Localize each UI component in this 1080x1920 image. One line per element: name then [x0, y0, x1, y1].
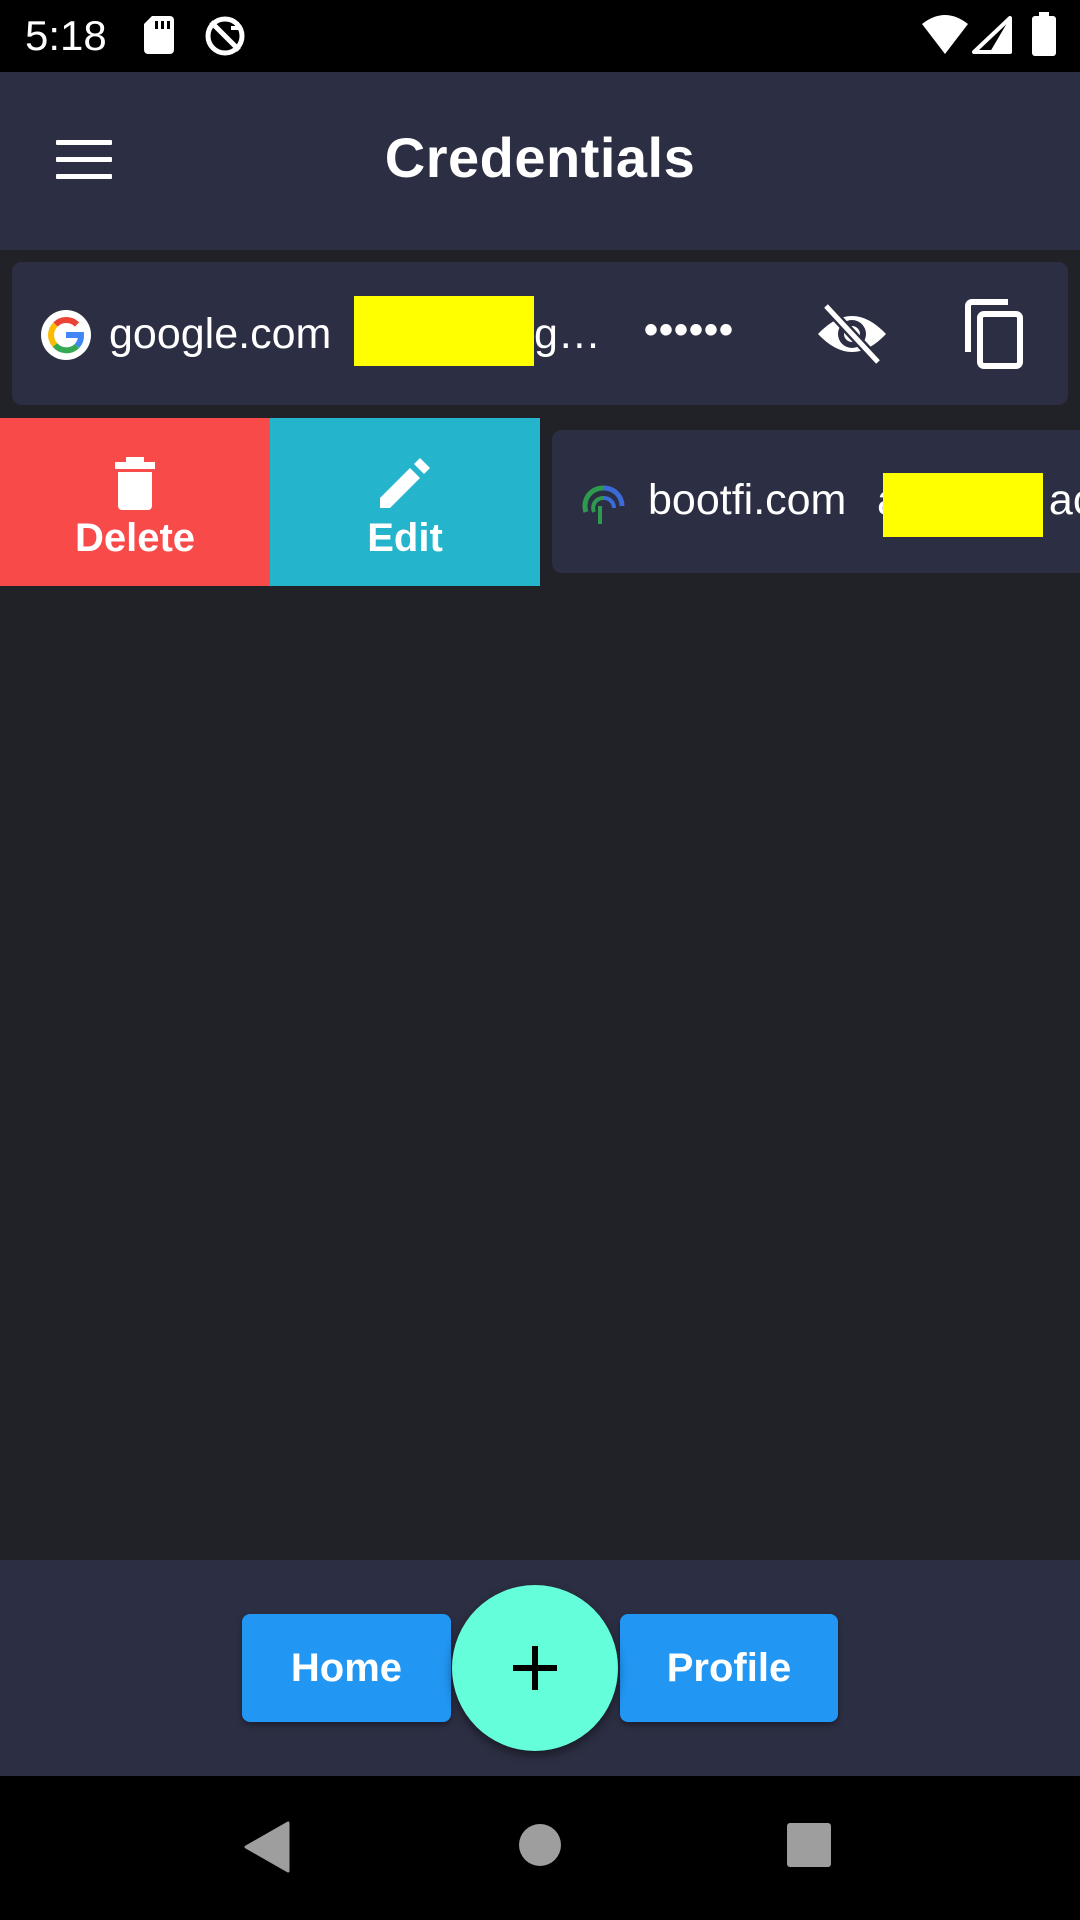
- edit-button[interactable]: Edit: [270, 418, 540, 586]
- password-mask: ••••••: [644, 308, 735, 352]
- copy-icon: [965, 299, 1023, 369]
- redaction-box: [883, 473, 1043, 537]
- cell-signal-icon: [972, 16, 1012, 54]
- app-screen: 5:18 Credentials google.com g… •••••• De…: [0, 0, 1080, 1920]
- home-button[interactable]: Home: [242, 1614, 451, 1722]
- bottom-bar: Home Profile: [0, 1560, 1080, 1776]
- back-icon[interactable]: [244, 1821, 290, 1873]
- home-circle-icon[interactable]: [518, 1823, 562, 1867]
- system-nav-bar: [0, 1776, 1080, 1920]
- wifi-icon: [922, 15, 968, 54]
- app-bar: Credentials: [0, 72, 1080, 250]
- sd-card-icon: [144, 16, 174, 54]
- no-sync-icon: [205, 16, 245, 56]
- status-time: 5:18: [25, 12, 107, 59]
- redaction-box: [354, 296, 534, 366]
- delete-button[interactable]: Delete: [0, 418, 270, 586]
- page-title: Credentials: [384, 126, 696, 189]
- recents-icon[interactable]: [787, 1823, 831, 1867]
- copy-password-button[interactable]: [954, 294, 1034, 374]
- site-name: google.com: [109, 310, 332, 358]
- eye-off-icon: [818, 302, 886, 366]
- status-bar: 5:18: [0, 0, 1080, 72]
- pencil-icon: [380, 458, 430, 508]
- bootfi-logo-icon: [582, 485, 625, 524]
- google-logo-icon: [41, 310, 91, 360]
- credential-card-bootfi[interactable]: bootfi.com aac: [552, 430, 1080, 573]
- add-credential-button[interactable]: [452, 1585, 618, 1751]
- toggle-password-visibility-button[interactable]: [812, 294, 892, 374]
- profile-button[interactable]: Profile: [620, 1614, 838, 1722]
- edit-label: Edit: [367, 516, 443, 560]
- trash-icon: [115, 457, 155, 510]
- site-name: bootfi.com: [648, 476, 847, 524]
- credential-card-google[interactable]: google.com g… ••••••: [12, 262, 1068, 405]
- plus-icon: [513, 1646, 557, 1690]
- battery-icon: [1032, 12, 1056, 56]
- delete-label: Delete: [74, 516, 196, 560]
